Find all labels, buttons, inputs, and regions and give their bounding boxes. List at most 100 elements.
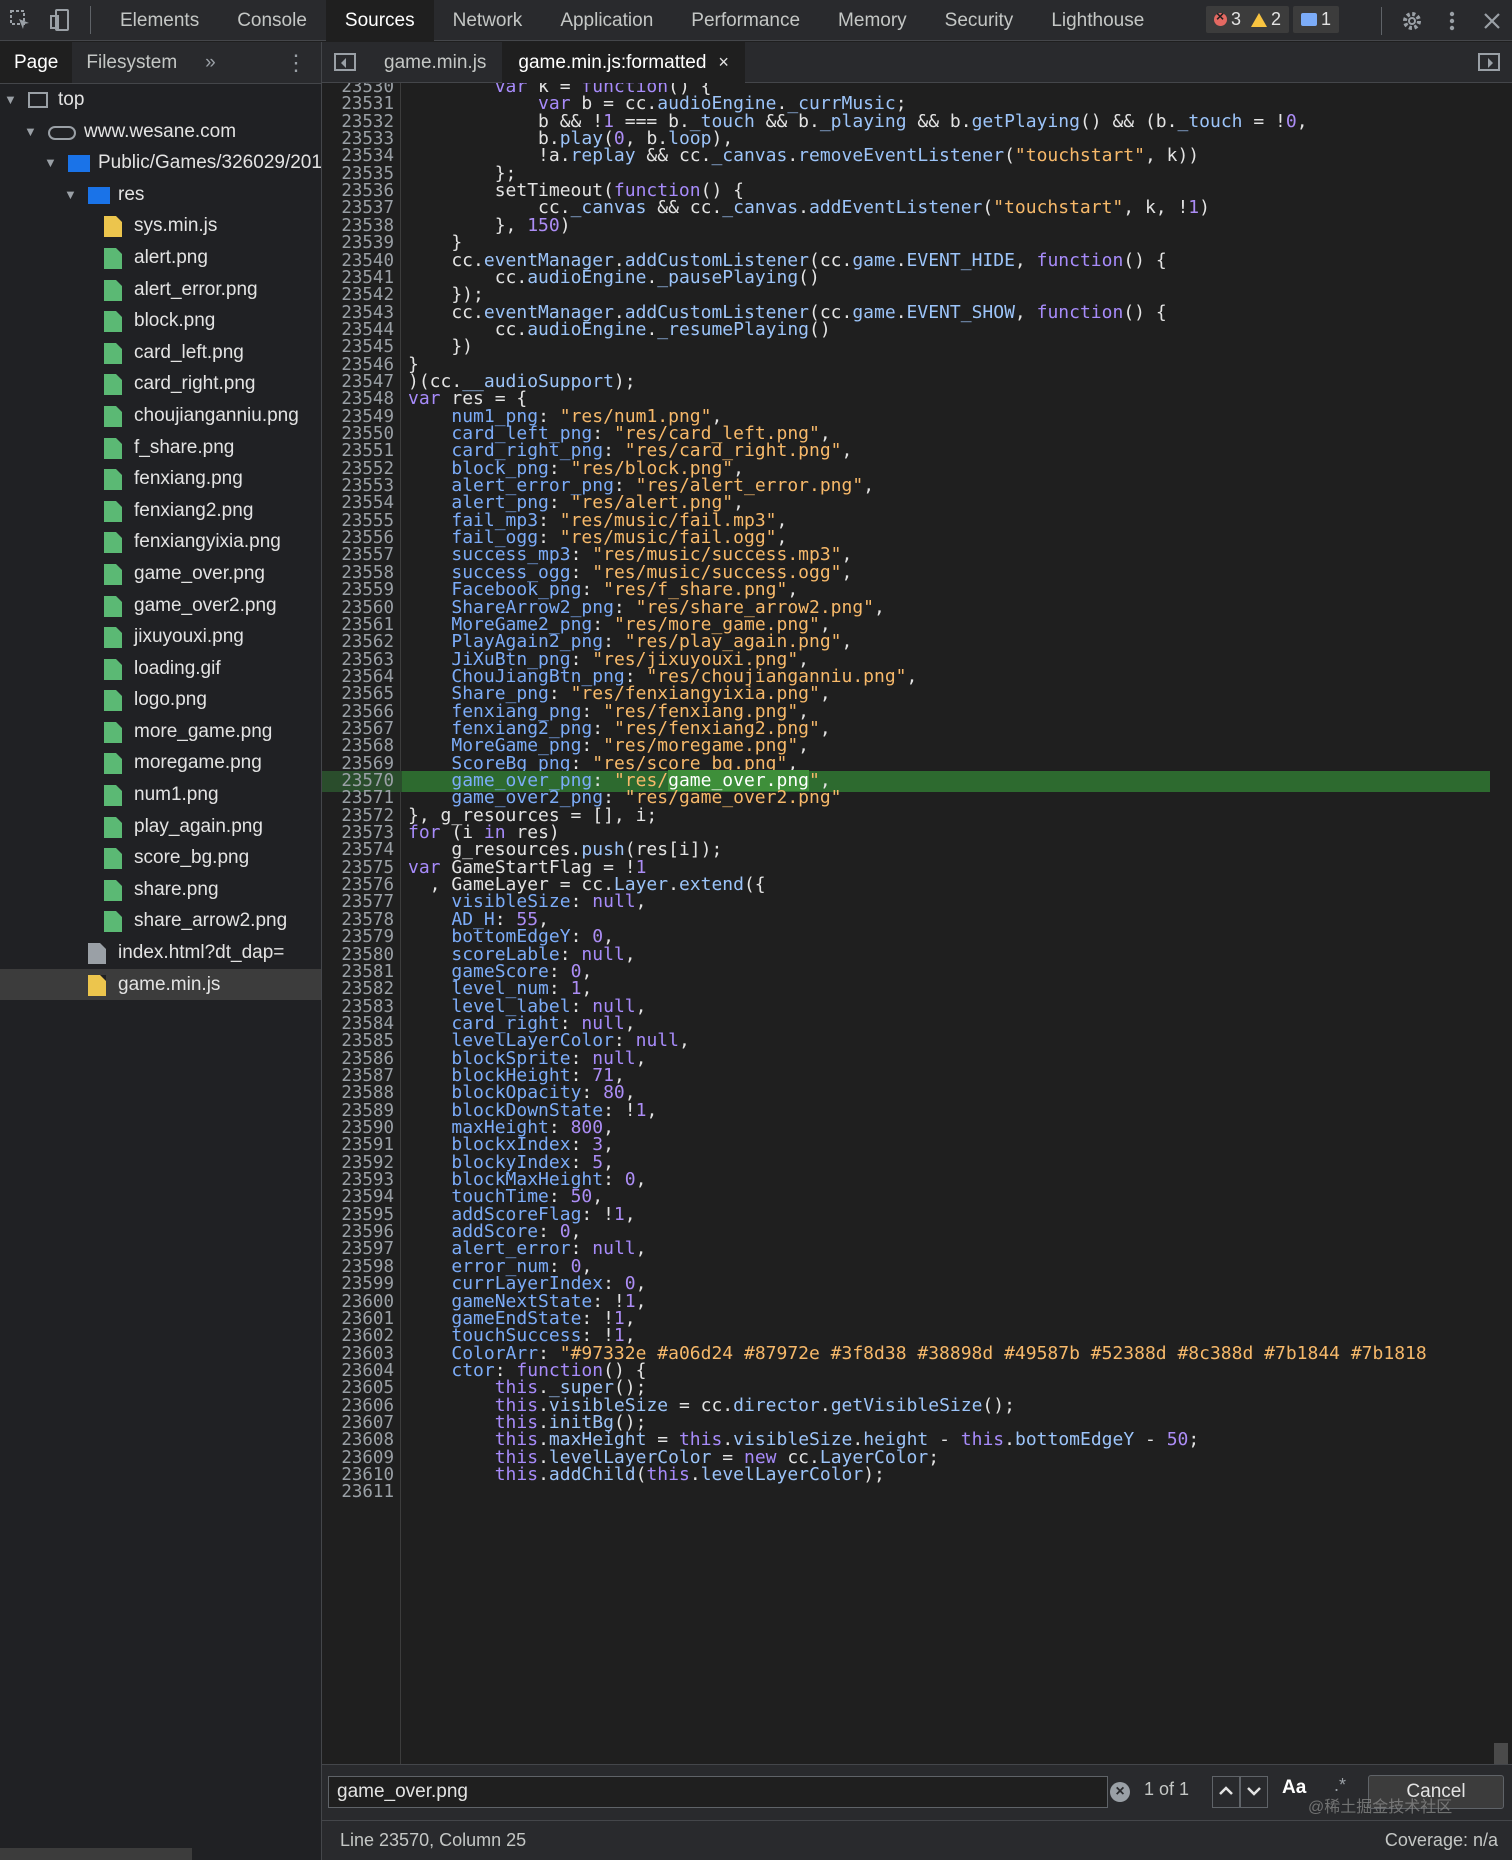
error-count: 3	[1231, 9, 1242, 29]
tree-item-label: more_game.png	[134, 720, 273, 742]
tree-item[interactable]: card_left.png	[0, 337, 321, 369]
tree-item-label: res	[118, 183, 145, 205]
editor-tab-game-min-js[interactable]: game.min.js	[368, 42, 502, 83]
editor-tab-game-min-js-formatted[interactable]: game.min.js:formatted ×	[502, 41, 745, 83]
tree-item-label: alert_error.png	[134, 278, 258, 300]
frame-icon	[28, 92, 48, 108]
tree-item[interactable]: block.png	[0, 305, 321, 337]
tab-page[interactable]: Page	[0, 42, 73, 83]
panel-tab-lighthouse[interactable]: Lighthouse	[1032, 0, 1163, 41]
issue-counters[interactable]: 3 2 1	[1206, 6, 1340, 33]
error-counter[interactable]: 3 2	[1206, 6, 1290, 33]
tree-item[interactable]: share.png	[0, 874, 321, 906]
code-line[interactable]: 23611	[322, 1482, 1490, 1503]
tree-item-label: num1.png	[134, 784, 219, 806]
message-count: 1	[1321, 9, 1332, 29]
file-icon	[104, 848, 122, 870]
tree-item[interactable]: fenxiangyixia.png	[0, 526, 321, 558]
message-icon	[1301, 13, 1318, 26]
clear-search-icon[interactable]: ×	[1110, 1782, 1130, 1802]
settings-gear-icon[interactable]	[1392, 0, 1432, 41]
panel-tab-memory[interactable]: Memory	[819, 0, 926, 41]
coverage-status[interactable]: Coverage: n/a	[1385, 1830, 1498, 1851]
scrollbar-thumb[interactable]	[1494, 1743, 1508, 1765]
more-tabs-chevron-icon[interactable]: »	[191, 42, 230, 83]
file-icon	[104, 279, 122, 301]
tree-item[interactable]: sys.min.js	[0, 210, 321, 242]
tree-item[interactable]: card_right.png	[0, 368, 321, 400]
tree-item[interactable]: index.html?dt_dap=	[0, 937, 321, 969]
close-devtools-icon[interactable]	[1472, 0, 1512, 41]
warning-icon	[1251, 12, 1268, 27]
expand-arrow-icon[interactable]: ▼	[44, 147, 57, 179]
tree-item[interactable]: more_game.png	[0, 716, 321, 748]
file-icon	[104, 437, 122, 459]
expand-arrow-icon[interactable]: ▼	[64, 179, 77, 211]
file-icon	[104, 816, 122, 838]
tree-item[interactable]: fenxiang.png	[0, 463, 321, 495]
toggle-navigator-icon[interactable]	[334, 53, 356, 71]
tree-item[interactable]: choujianganniu.png	[0, 400, 321, 432]
tree-item[interactable]: ▼ res	[0, 179, 321, 211]
next-match-button[interactable]	[1240, 1776, 1268, 1808]
device-toolbar-icon[interactable]	[40, 0, 80, 41]
warning-count: 2	[1271, 9, 1282, 29]
code-editor[interactable]: 23530 var k = function() {23531 var b = …	[322, 83, 1490, 1764]
expand-arrow-icon[interactable]: ▼	[4, 84, 17, 116]
tree-item[interactable]: game.min.js	[0, 968, 321, 1001]
close-tab-icon[interactable]: ×	[718, 52, 729, 72]
tree-item-label: share_arrow2.png	[134, 910, 288, 932]
inspect-element-icon[interactable]	[0, 0, 40, 41]
tree-item[interactable]: moregame.png	[0, 747, 321, 779]
tree-item[interactable]: jixuyouxi.png	[0, 621, 321, 653]
tree-item[interactable]: share_arrow2.png	[0, 905, 321, 937]
tree-item[interactable]: game_over.png	[0, 558, 321, 590]
tree-item[interactable]: num1.png	[0, 779, 321, 811]
panel-tab-sources[interactable]: Sources	[325, 0, 434, 41]
panel-tab-security[interactable]: Security	[926, 0, 1033, 41]
tree-item[interactable]: loading.gif	[0, 653, 321, 685]
tree-item[interactable]: ▼ top	[0, 84, 321, 116]
match-case-toggle[interactable]: Aa	[1282, 1777, 1306, 1799]
file-icon	[88, 974, 106, 996]
tree-item[interactable]: fenxiang2.png	[0, 495, 321, 527]
navigator-horizontal-scrollbar[interactable]	[0, 1848, 192, 1860]
tree-item-label: top	[58, 89, 85, 110]
tree-item[interactable]: game_over2.png	[0, 590, 321, 622]
tree-item[interactable]: ▼ www.wesane.com	[0, 116, 321, 148]
file-icon	[104, 595, 122, 617]
panel-tab-elements[interactable]: Elements	[101, 0, 218, 41]
tree-item[interactable]: play_again.png	[0, 811, 321, 843]
panel-tab-network[interactable]: Network	[434, 0, 542, 41]
more-options-icon[interactable]	[1432, 0, 1472, 41]
message-counter[interactable]: 1	[1293, 6, 1340, 33]
search-input[interactable]: game_over.png	[328, 1776, 1108, 1808]
status-bar: Line 23570, Column 25 Coverage: n/a	[322, 1820, 1512, 1860]
panel-tab-application[interactable]: Application	[541, 0, 672, 41]
cursor-position: Line 23570, Column 25	[340, 1830, 527, 1850]
tree-item[interactable]: logo.png	[0, 684, 321, 716]
panel-tab-performance[interactable]: Performance	[672, 0, 819, 41]
tab-filesystem[interactable]: Filesystem	[72, 42, 191, 83]
panel-tab-console[interactable]: Console	[218, 0, 326, 41]
tree-item[interactable]: alert.png	[0, 242, 321, 274]
watermark: @稀土掘金技术社区	[1308, 1799, 1453, 1816]
tree-item[interactable]: alert_error.png	[0, 274, 321, 306]
editor-vertical-scrollbar[interactable]	[1490, 83, 1512, 1765]
toggle-debugger-icon[interactable]	[1478, 53, 1500, 71]
file-icon	[104, 721, 122, 743]
editor-tab-bar: game.min.js game.min.js:formatted ×	[322, 41, 1512, 83]
file-icon	[104, 216, 122, 238]
file-icon	[104, 690, 122, 712]
tree-item-label: sys.min.js	[134, 215, 218, 237]
previous-match-button[interactable]	[1212, 1776, 1240, 1808]
tree-item[interactable]: f_share.png	[0, 432, 321, 464]
tree-item[interactable]: ▼ Public/Games/326029/201	[0, 147, 321, 179]
line-number[interactable]: 23611	[322, 1482, 394, 1503]
expand-arrow-icon[interactable]: ▼	[24, 116, 37, 148]
tree-item[interactable]: score_bg.png	[0, 842, 321, 874]
file-icon	[104, 785, 122, 807]
toolbar-divider	[90, 6, 91, 34]
navigator-menu-icon[interactable]: ⋮	[285, 42, 307, 83]
tree-item-label: www.wesane.com	[84, 120, 237, 142]
